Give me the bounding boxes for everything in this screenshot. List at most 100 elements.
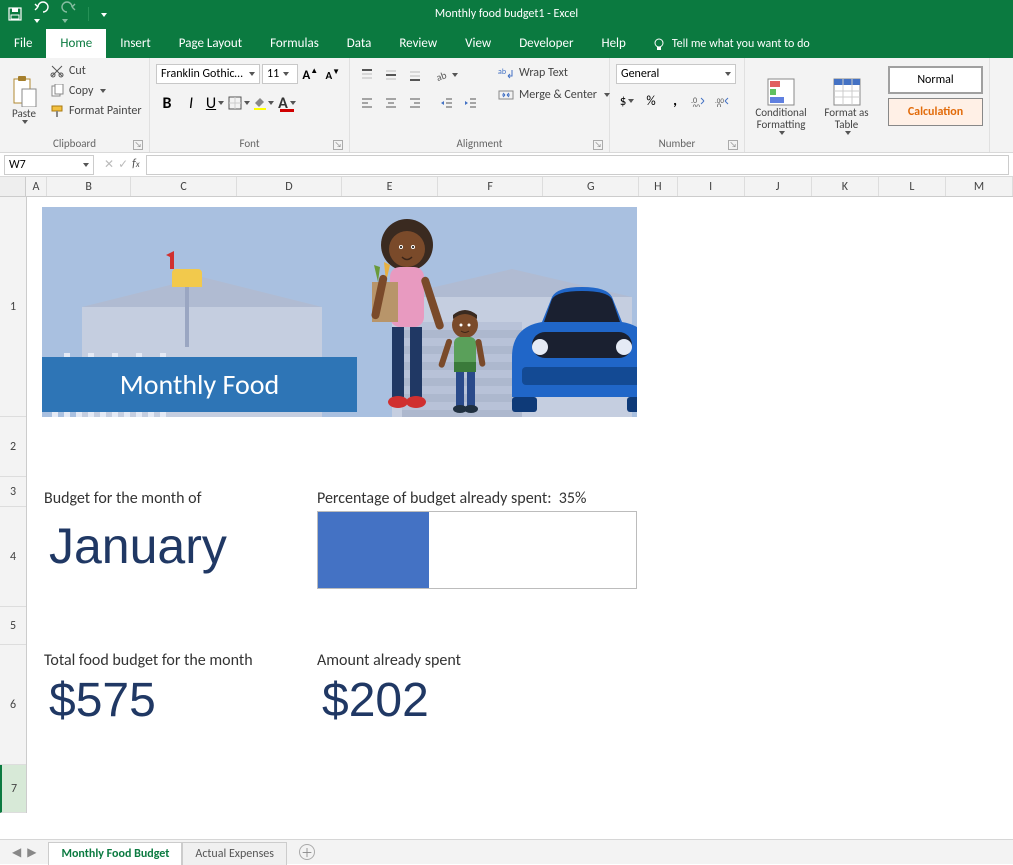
sheet-nav-prev-icon[interactable]: ◀ (12, 845, 21, 860)
row-2[interactable]: 2 (0, 417, 26, 477)
col-L[interactable]: L (879, 177, 946, 196)
tab-data[interactable]: Data (333, 29, 386, 58)
car-icon (492, 277, 637, 417)
dialog-launcher-icon[interactable]: ↘ (333, 140, 343, 150)
enter-formula-icon[interactable]: ✓ (118, 157, 128, 172)
tab-page-layout[interactable]: Page Layout (165, 29, 256, 58)
amount-spent-value: $202 (322, 673, 429, 728)
wrap-text-button[interactable]: abWrap Text (494, 64, 614, 82)
row-4[interactable]: 4 (0, 507, 26, 607)
font-name-combo[interactable]: Franklin Gothic Bo (156, 64, 260, 84)
col-M[interactable]: M (946, 177, 1013, 196)
italic-button[interactable]: I (180, 92, 202, 114)
font-color-button[interactable]: A (276, 92, 298, 114)
align-center-button[interactable] (380, 92, 402, 114)
col-H[interactable]: H (639, 177, 677, 196)
ribbon-tabs: File Home Insert Page Layout Formulas Da… (0, 28, 1013, 58)
align-middle-button[interactable] (380, 64, 402, 86)
col-B[interactable]: B (47, 177, 131, 196)
align-top-button[interactable] (356, 64, 378, 86)
font-size-combo[interactable]: 11 (262, 64, 298, 84)
dialog-launcher-icon[interactable]: ↘ (728, 140, 738, 150)
conditional-formatting-button[interactable]: Conditional Formatting (751, 62, 811, 150)
mailbox-icon (172, 269, 202, 347)
col-K[interactable]: K (812, 177, 879, 196)
increase-decimal-button[interactable]: .0.00 (688, 90, 710, 112)
outdent-icon (440, 96, 454, 110)
banner-image: Monthly Food (42, 207, 637, 417)
undo-icon[interactable] (32, 1, 50, 27)
copy-button[interactable]: Copy (46, 82, 146, 100)
row-5[interactable]: 5 (0, 607, 26, 645)
increase-font-button[interactable]: A▲ (300, 64, 320, 86)
select-all-corner[interactable] (0, 177, 26, 196)
amount-spent-label: Amount already spent (317, 651, 461, 670)
name-box[interactable]: W7 (4, 155, 94, 175)
col-I[interactable]: I (678, 177, 745, 196)
col-C[interactable]: C (131, 177, 236, 196)
col-D[interactable]: D (237, 177, 342, 196)
cells-canvas[interactable]: Monthly Food Budget for the month of Jan… (27, 197, 1013, 813)
tab-insert[interactable]: Insert (106, 29, 165, 58)
merge-icon (498, 88, 514, 102)
new-sheet-button[interactable]: ＋ (299, 844, 315, 860)
cell-style-calculation[interactable]: Calculation (888, 98, 983, 126)
tab-home[interactable]: Home (46, 29, 106, 58)
sheet-tab-actual-expenses[interactable]: Actual Expenses (182, 842, 287, 865)
paste-button[interactable]: Paste (6, 62, 42, 137)
cell-style-normal[interactable]: Normal (888, 66, 983, 94)
tab-developer[interactable]: Developer (505, 29, 587, 58)
tab-review[interactable]: Review (385, 29, 451, 58)
row-1[interactable]: 1 (0, 197, 26, 417)
cut-button[interactable]: Cut (46, 62, 146, 80)
increase-indent-button[interactable] (460, 92, 482, 114)
dialog-launcher-icon[interactable]: ↘ (593, 140, 603, 150)
tab-file[interactable]: File (0, 29, 46, 58)
customize-qat-icon[interactable] (99, 7, 107, 21)
col-J[interactable]: J (745, 177, 812, 196)
number-format-combo[interactable]: General (616, 64, 736, 84)
tell-me-search[interactable]: Tell me what you want to do (640, 30, 822, 58)
underline-button[interactable]: U (204, 92, 226, 114)
bucket-icon (252, 96, 266, 110)
format-as-table-button[interactable]: Format as Table (819, 62, 874, 150)
tell-me-label: Tell me what you want to do (672, 37, 810, 51)
row-3[interactable]: 3 (0, 477, 26, 507)
window-title: Monthly food budget1 - Excel (0, 7, 1013, 21)
dialog-launcher-icon[interactable]: ↘ (133, 140, 143, 150)
formula-input[interactable] (146, 155, 1009, 175)
sheet-tab-active[interactable]: Monthly Food Budget (48, 842, 182, 865)
align-bottom-button[interactable] (404, 64, 426, 86)
conditional-formatting-icon (766, 77, 796, 107)
fill-color-button[interactable] (252, 92, 274, 114)
tab-help[interactable]: Help (587, 29, 639, 58)
decrease-font-button[interactable]: A▼ (323, 64, 343, 86)
total-budget-label: Total food budget for the month (44, 651, 253, 670)
comma-format-button[interactable]: , (664, 90, 686, 112)
accounting-format-button[interactable]: $ (616, 90, 638, 112)
format-painter-button[interactable]: Format Painter (46, 102, 146, 120)
tab-view[interactable]: View (451, 29, 505, 58)
row-7[interactable]: 7 (0, 765, 26, 813)
merge-center-button[interactable]: Merge & Center (494, 86, 614, 104)
col-G[interactable]: G (543, 177, 639, 196)
save-icon[interactable] (8, 7, 22, 21)
orientation-button[interactable]: ab (436, 64, 458, 86)
row-6[interactable]: 6 (0, 645, 26, 765)
decrease-decimal-button[interactable]: .00.0 (712, 90, 734, 112)
align-left-button[interactable] (356, 92, 378, 114)
decrease-indent-button[interactable] (436, 92, 458, 114)
col-F[interactable]: F (438, 177, 543, 196)
bold-button[interactable]: B (156, 92, 178, 114)
fx-icon[interactable]: fx (132, 157, 140, 172)
col-A[interactable]: A (26, 177, 47, 196)
percent-format-button[interactable]: % (640, 90, 662, 112)
col-E[interactable]: E (342, 177, 438, 196)
borders-button[interactable] (228, 92, 250, 114)
worksheet-grid[interactable]: A B C D E F G H I J K L M 1 2 3 4 5 6 7 (0, 177, 1013, 839)
redo-icon[interactable] (60, 1, 78, 27)
align-right-button[interactable] (404, 92, 426, 114)
tab-formulas[interactable]: Formulas (256, 29, 333, 58)
cancel-formula-icon[interactable]: ✕ (104, 157, 114, 172)
sheet-nav-next-icon[interactable]: ▶ (27, 845, 36, 860)
